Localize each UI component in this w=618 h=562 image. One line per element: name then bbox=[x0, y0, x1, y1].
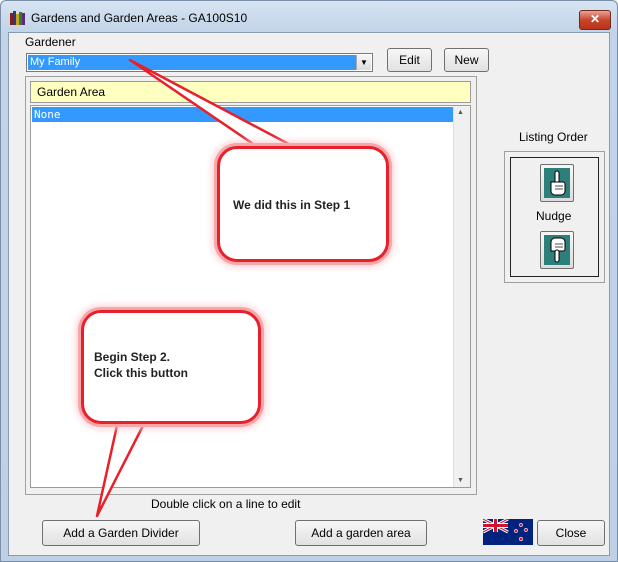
pointer-seams bbox=[123, 151, 296, 411]
step1-seam bbox=[266, 151, 296, 156]
step2-seam bbox=[123, 406, 147, 411]
